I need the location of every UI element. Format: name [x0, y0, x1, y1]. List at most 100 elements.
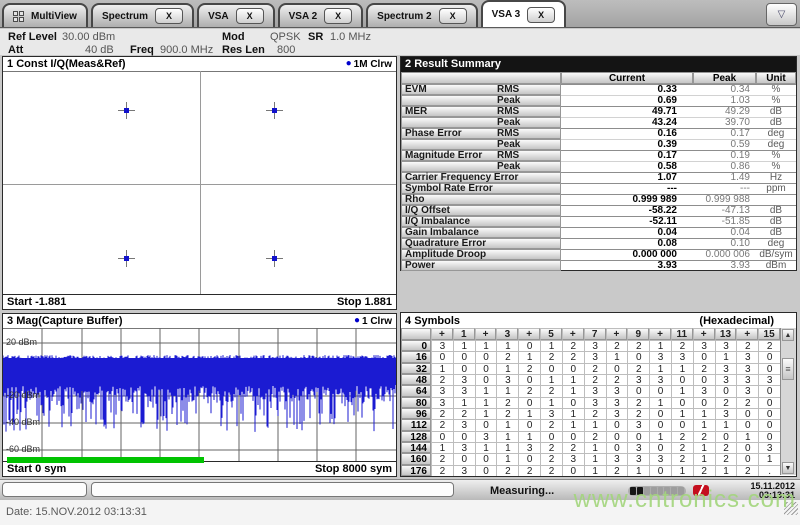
mag-capture-window[interactable]: 3 Mag(Capture Buffer) ● 1 Clrw 20 dBm -2…: [2, 313, 397, 477]
symbol-cell: 2: [692, 464, 715, 477]
grid-icon: [13, 10, 24, 22]
result-row: Magnitude Error RMS 0.17 0.19%: [401, 150, 796, 161]
result-row: I/Q Imbalance -52.11 -51.85 dB: [401, 216, 796, 227]
mag-capture-header[interactable]: 3 Mag(Capture Buffer) ● 1 Clrw: [3, 314, 396, 329]
symbol-cell: 3: [474, 430, 497, 443]
symbol-cell: 0: [561, 362, 584, 375]
symbol-cell: 0: [605, 362, 628, 375]
scrollbar-down-icon[interactable]: ▼: [782, 462, 794, 474]
result-row: Peak 0.39 0.59 deg: [401, 139, 796, 150]
symbol-cell: 3: [431, 385, 453, 397]
symbol-cell: 3: [758, 373, 780, 386]
symbol-cell: 3: [605, 396, 628, 409]
symbol-cell: 0: [714, 430, 737, 443]
symbol-cell: 3: [649, 373, 671, 386]
symbol-cell: 0: [758, 385, 780, 397]
symbol-cell: 0: [649, 385, 671, 397]
symbols-header[interactable]: 4 Symbols (Hexadecimal): [401, 313, 796, 328]
symbol-cell: 0: [758, 351, 780, 363]
symbols-scrollbar[interactable]: ▲ ≡ ▼: [780, 328, 796, 475]
close-icon[interactable]: X: [235, 8, 264, 24]
res-len-value: 800: [277, 44, 296, 56]
att-value: 40 dB: [85, 44, 114, 56]
symbol-cell: 2: [583, 407, 606, 420]
symbol-cell: .: [758, 464, 780, 477]
symbol-cell: 0: [605, 441, 628, 454]
symbol-cell: 1: [474, 441, 497, 454]
symbol-cell: 3: [649, 453, 671, 465]
symbol-cell: 3: [714, 362, 737, 375]
tab-multiview[interactable]: MultiView: [2, 3, 88, 27]
symbol-cell: 2: [540, 464, 562, 477]
tab-label: VSA 2: [288, 10, 318, 22]
tab-vsa[interactable]: VSA X: [197, 3, 275, 27]
symbol-cell: 3: [431, 340, 453, 352]
symbol-cell: 0: [431, 351, 453, 363]
symbol-cell: 1: [561, 373, 584, 386]
symbols-row-address: 96: [401, 407, 431, 420]
symbols-row: 32 1 0 0 1 2 0 0 2 0 2 1 1 2 3 3 0: [401, 362, 780, 375]
mod-label: Mod: [222, 31, 245, 43]
symbol-cell: 2: [431, 464, 453, 477]
result-summary-header[interactable]: 2 Result Summary: [401, 57, 796, 72]
symbol-cell: 3: [714, 340, 737, 352]
symbol-cell: 2: [496, 396, 519, 409]
symbol-cell: 3: [627, 373, 650, 386]
att-label: Att: [8, 44, 24, 56]
symbol-cell: 3: [692, 385, 715, 397]
symbol-cell: 0: [736, 407, 759, 420]
close-icon[interactable]: X: [438, 8, 467, 24]
symbol-cell: 3: [692, 340, 715, 352]
symbols-window[interactable]: 4 Symbols (Hexadecimal) +1 +3 +5 +7 +9 +11 +13…: [400, 312, 797, 477]
close-icon[interactable]: X: [527, 6, 556, 23]
symbol-cell: 2: [431, 407, 453, 420]
tab-overflow-button[interactable]: ▽: [766, 3, 797, 26]
symbol-cell: 1: [496, 362, 519, 375]
symbols-col-header: 7: [583, 328, 606, 340]
close-icon[interactable]: X: [155, 8, 184, 24]
y-tick-m40dbm: -40 dBm: [6, 417, 41, 427]
symbol-cell: 3: [627, 419, 650, 431]
symbols-col-header: +: [518, 328, 541, 340]
scrollbar-up-icon[interactable]: ▲: [782, 329, 794, 341]
tab-spectrum[interactable]: Spectrum X: [90, 3, 195, 27]
trace-legend-dot-icon: ●: [353, 315, 360, 326]
tab-vsa-2[interactable]: VSA 2 X: [277, 3, 364, 27]
symbol-cell: 3: [431, 396, 453, 409]
result-row: Peak 0.69 1.03%: [401, 95, 796, 106]
symbol-cell: 1: [714, 351, 737, 363]
const-iq-header[interactable]: 1 Const I/Q(Meas&Ref) ● 1M Clrw: [3, 57, 396, 72]
ref-level-value: 30.00 dBm: [62, 31, 116, 43]
col-unit: Unit: [756, 72, 796, 84]
symbols-header-row: +1 +3 +5 +7 +9 +11 +13 +15: [401, 328, 780, 340]
symbol-cell: 1: [518, 407, 541, 420]
symbol-cell: 1: [474, 396, 497, 409]
result-summary-window[interactable]: 2 Result Summary Current Peak Unit EVM RM…: [400, 56, 797, 271]
tab-spectrum-2[interactable]: Spectrum 2 X: [366, 3, 478, 27]
symbol-cell: 3: [540, 407, 562, 420]
symbol-cell: 3: [736, 373, 759, 386]
const-iq-window[interactable]: 1 Const I/Q(Meas&Ref) ● 1M Clrw Start -1…: [2, 56, 397, 310]
close-icon[interactable]: X: [324, 8, 353, 24]
symbol-cell: 3: [605, 407, 628, 420]
symbols-col-header: 3: [496, 328, 519, 340]
symbols-row: 16 0 0 0 2 1 2 2 3 1 0 3 3 0 1 3 0: [401, 351, 780, 363]
symbol-cell: 2: [452, 407, 475, 420]
scrollbar-thumb[interactable]: ≡: [782, 358, 794, 380]
symbols-col-header: +: [649, 328, 671, 340]
result-row: MER RMS 49.71 49.29 dB: [401, 106, 796, 117]
symbol-cell: 0: [518, 419, 541, 431]
symbols-row: 48 2 3 0 3 0 1 1 2 2 3 3 0 0 3 3 3: [401, 373, 780, 386]
symbol-cell: 0: [452, 362, 475, 375]
symbol-cell: 2: [431, 373, 453, 386]
symbol-cell: 0: [649, 464, 671, 477]
symbol-cell: 1: [540, 340, 562, 352]
symbol-cell: 0: [452, 351, 475, 363]
symbol-cell: 0: [758, 396, 780, 409]
symbol-cell: 1: [583, 464, 606, 477]
tab-vsa-3[interactable]: VSA 3 X: [480, 0, 567, 27]
symbol-cell: 1: [496, 441, 519, 454]
symbol-cell: 3: [627, 453, 650, 465]
symbol-cell: 1: [452, 396, 475, 409]
symbols-col-header: 11: [670, 328, 693, 340]
